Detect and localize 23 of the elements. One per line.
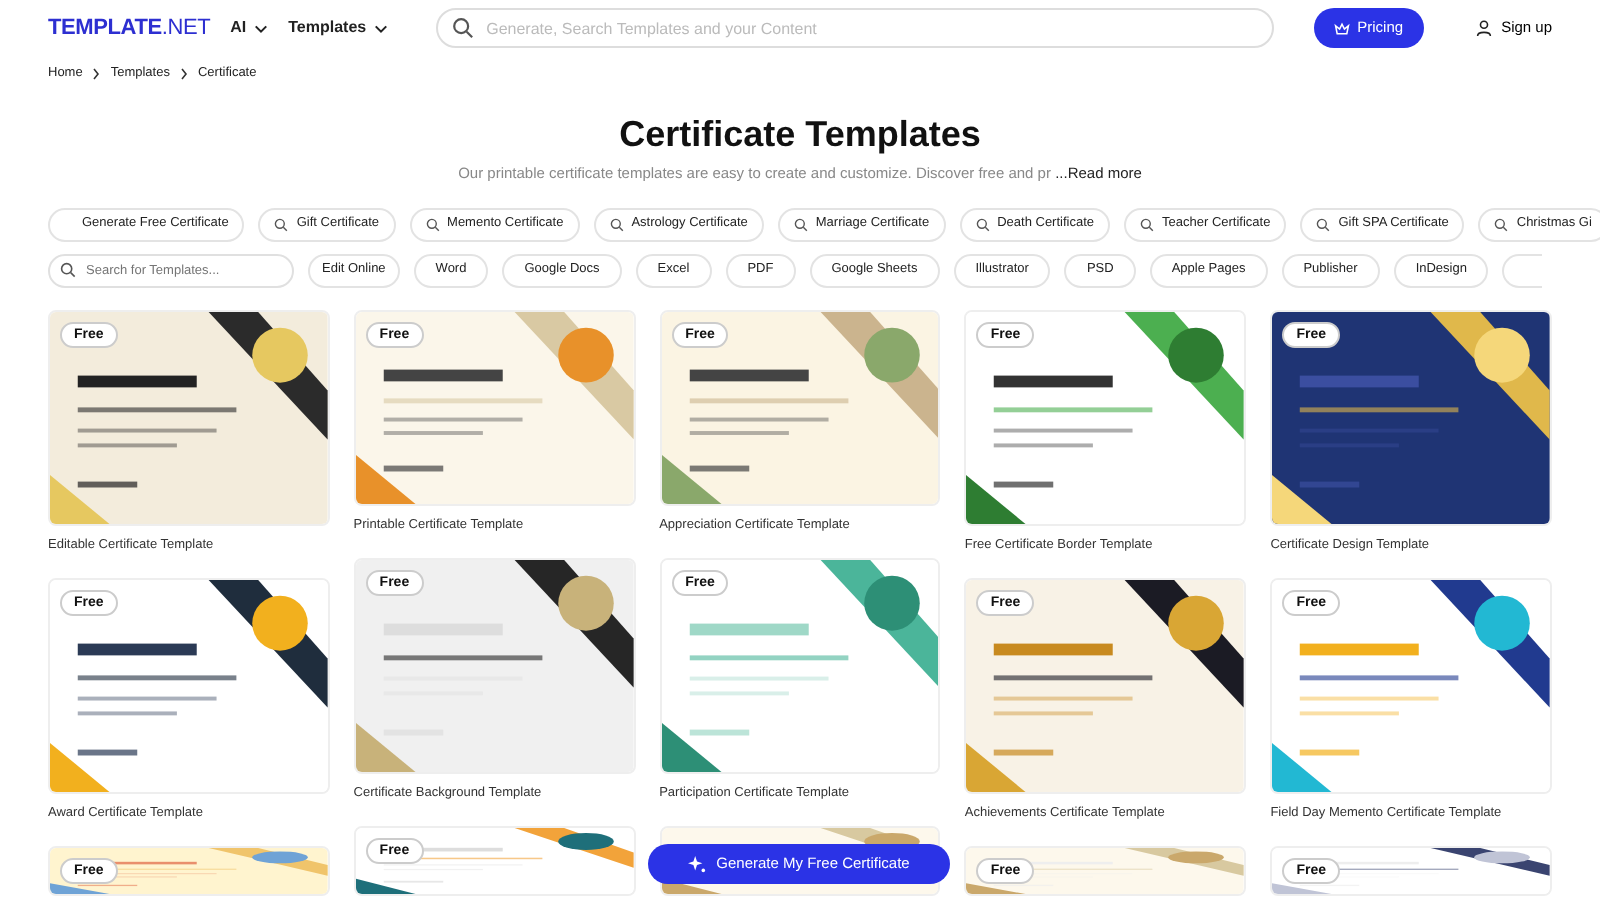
- search-icon: [793, 217, 808, 232]
- search-icon: [1316, 217, 1331, 232]
- search-icon: [609, 217, 624, 232]
- search-field[interactable]: Generate, Search Templates and your Content: [436, 8, 1274, 48]
- nav-menu[interactable]: AI: [230, 16, 269, 40]
- search-icon: [1140, 217, 1155, 232]
- chevron-right-icon: [179, 67, 188, 80]
- search-icon: [1494, 217, 1509, 232]
- search-icon: [975, 217, 990, 232]
- nav-menu[interactable]: Templates: [288, 16, 389, 40]
- chevron-right-icon: [92, 67, 101, 80]
- search-icon: [60, 262, 76, 279]
- search-icon: [425, 217, 440, 232]
- search-icon: [274, 217, 289, 232]
- page-title: Certificate Templates: [617, 113, 983, 157]
- filter-chip[interactable]: [1502, 253, 1543, 288]
- logo[interactable]: TEMPLATE.NET: [48, 11, 211, 45]
- crown-icon: [1333, 21, 1350, 35]
- user-icon: [1475, 20, 1492, 36]
- search-icon: [452, 17, 475, 39]
- chevron-down-icon: [254, 23, 269, 33]
- sparkle-icon: [688, 855, 707, 873]
- chevron-down-icon: [374, 23, 389, 33]
